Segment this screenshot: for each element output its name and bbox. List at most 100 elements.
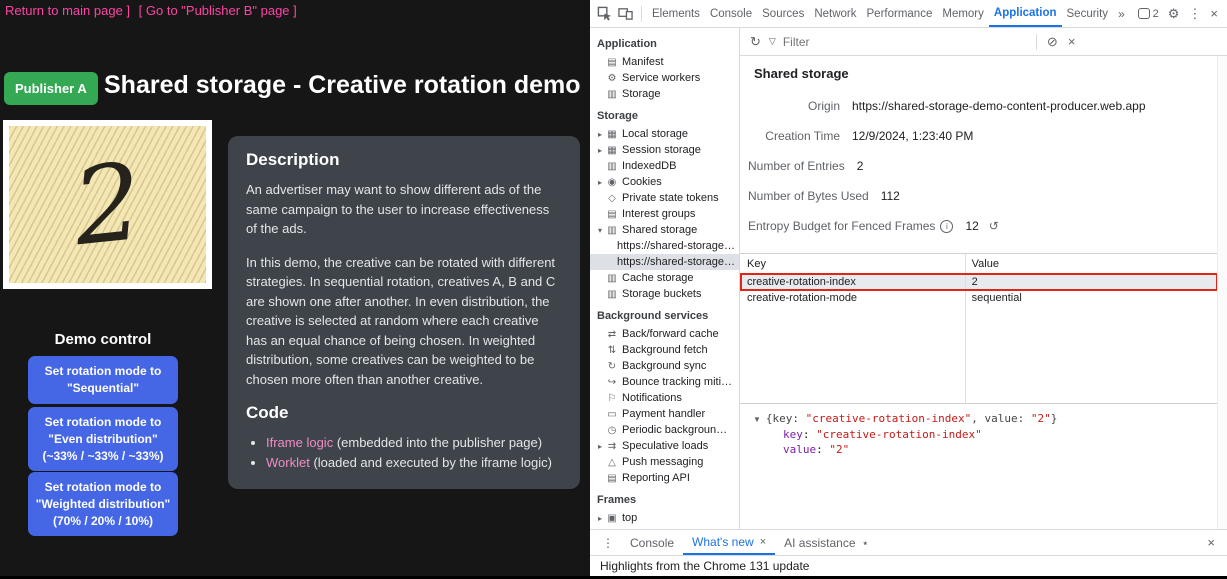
meta-value: 2 [857,159,864,173]
publisher-page: Return to main page ] [ Go to "Publisher… [0,0,590,579]
sidebar-item-service-workers[interactable]: ⚙Service workers [590,70,739,86]
sidebar-item-back-forward-cache[interactable]: ⇄Back/forward cache [590,326,739,342]
sidebar-item-session-storage[interactable]: ▸▦Session storage [590,142,739,158]
creative-frame: 2 [3,120,212,289]
code-item-text: (embedded into the publisher page) [333,435,542,450]
issues-badge[interactable]: 2 [1138,8,1159,20]
sidebar-item-cache-storage[interactable]: ▥Cache storage [590,270,739,286]
close-devtools-icon[interactable]: × [1210,6,1218,21]
filter-box: ▽ [769,34,1031,50]
whats-new-header: Highlights from the Chrome 131 update [590,555,1227,576]
sidebar-item-shared-storage-origin-1[interactable]: https://shared-storage… [590,238,739,254]
tab-application[interactable]: Application [989,0,1062,27]
session-storage-icon: ▦ [605,145,619,156]
preview-token: "2" [1031,412,1051,425]
sidebar-item-bounce-tracking[interactable]: ↪Bounce tracking miti… [590,374,739,390]
delete-selected-icon[interactable]: × [1068,34,1076,49]
drawer-menu-kebab-icon[interactable]: ⋮ [602,536,614,550]
sidebar-item-shared-storage-origin-2[interactable]: https://shared-storage… [590,254,739,270]
sidebar-item-label: Payment handler [622,408,705,420]
expander-icon[interactable]: ▸ [595,178,605,187]
tab-sources[interactable]: Sources [757,0,809,27]
sidebar-item-notifications[interactable]: ⚐Notifications [590,390,739,406]
sidebar-item-storage[interactable]: ▥Storage [590,86,739,102]
drawer-tab-label: Console [630,536,674,550]
code-list-item: Iframe logic (embedded into the publishe… [266,433,562,453]
devtools-menu-kebab-icon[interactable]: ⋮ [1188,6,1201,22]
info-icon[interactable]: i [940,220,953,233]
column-header-key[interactable]: Key [740,258,965,270]
column-header-value[interactable]: Value [965,258,1218,270]
drawer-tab-whats-new[interactable]: What's new × [683,530,775,555]
preview-summary-line[interactable]: ▼{key: "creative-rotation-index", value:… [753,411,1218,427]
settings-gear-icon[interactable]: ⚙ [1168,6,1180,22]
caret-down-icon[interactable]: ▼ [753,415,761,424]
bounce-tracking-icon: ↪ [605,377,619,388]
close-whats-new-icon[interactable]: × [760,536,766,548]
sidebar-item-label: Push messaging [622,456,703,468]
devtools-drawer: ⋮ Console What's new × AI assistance ⋆ ×… [590,529,1227,576]
drawer-tab-console[interactable]: Console [621,530,683,555]
drawer-tab-ai-assistance[interactable]: AI assistance ⋆ [775,530,878,555]
expander-icon[interactable]: ▸ [595,146,605,155]
reset-budget-icon[interactable]: ↺ [989,219,999,233]
iframe-logic-link[interactable]: Iframe logic [266,435,333,450]
table-row-creative-rotation-mode[interactable]: creative-rotation-mode sequential [740,290,1218,306]
description-paragraph-1: An advertiser may want to show different… [246,180,562,239]
worklet-link[interactable]: Worklet [266,455,310,470]
sidebar-item-private-state-tokens[interactable]: ◇Private state tokens [590,190,739,206]
devtools-body: Application ▤Manifest ⚙Service workers ▥… [590,28,1227,529]
tab-memory[interactable]: Memory [937,0,989,27]
refresh-icon[interactable]: ↻ [750,34,761,50]
rotation-weighted-button[interactable]: Set rotation mode to "Weighted distribut… [28,472,178,536]
sidebar-item-push-messaging[interactable]: △Push messaging [590,454,739,470]
cell-key: creative-rotation-mode [740,292,965,304]
sidebar-item-speculative-loads[interactable]: ▸⇉Speculative loads [590,438,739,454]
meta-row-bytes-used: Number of Bytes Used 112 [740,181,1218,211]
tab-console[interactable]: Console [705,0,757,27]
meta-label: Entropy Budget for Fenced Frames i [748,219,953,233]
sidebar-item-cookies[interactable]: ▸◉Cookies [590,174,739,190]
tab-security[interactable]: Security [1062,0,1114,27]
expander-icon[interactable]: ▸ [595,514,605,523]
return-main-link[interactable]: Return to main page ] [5,3,130,18]
rotation-sequential-button[interactable]: Set rotation mode to "Sequential" [28,356,178,404]
close-drawer-icon[interactable]: × [1207,535,1215,550]
preview-token: {key: [766,412,806,425]
devtools-window: Elements Console Sources Network Perform… [590,0,1227,576]
sidebar-item-storage-buckets[interactable]: ▥Storage buckets [590,286,739,302]
expander-icon[interactable]: ▾ [595,226,605,235]
expander-icon[interactable]: ▸ [595,442,605,451]
publisher-b-link[interactable]: [ Go to "Publisher B" page ] [139,3,297,18]
sidebar-item-reporting-api[interactable]: ▤Reporting API [590,470,739,486]
sidebar-item-background-sync[interactable]: ↻Background sync [590,358,739,374]
column-divider[interactable] [965,254,966,403]
meta-label: Number of Entries [748,159,845,173]
sidebar-item-periodic-background-sync[interactable]: ◷Periodic backgroun… [590,422,739,438]
reporting-api-icon: ▤ [605,473,619,484]
service-workers-icon: ⚙ [605,73,619,84]
sidebar-item-interest-groups[interactable]: ▤Interest groups [590,206,739,222]
sidebar-item-indexeddb[interactable]: ▥IndexedDB [590,158,739,174]
clear-all-icon[interactable]: ⊘ [1047,34,1058,50]
more-tabs-icon[interactable]: » [1113,7,1130,21]
tab-performance[interactable]: Performance [862,0,938,27]
sidebar-item-payment-handler[interactable]: ▭Payment handler [590,406,739,422]
vertical-scrollbar[interactable] [1217,56,1227,529]
inspect-element-icon[interactable] [597,6,612,21]
periodic-background-sync-icon: ◷ [605,425,619,436]
sidebar-item-background-fetch[interactable]: ⇅Background fetch [590,342,739,358]
sidebar-item-label: Notifications [622,392,682,404]
sidebar-item-local-storage[interactable]: ▸▦Local storage [590,126,739,142]
sidebar-item-shared-storage[interactable]: ▾▥Shared storage [590,222,739,238]
filter-input[interactable] [781,34,1031,50]
sidebar-item-label: Background fetch [622,344,708,356]
sidebar-item-manifest[interactable]: ▤Manifest [590,54,739,70]
tab-elements[interactable]: Elements [647,0,705,27]
expander-icon[interactable]: ▸ [595,130,605,139]
table-row-creative-rotation-index[interactable]: creative-rotation-index 2 [740,274,1218,290]
sidebar-item-frame-top[interactable]: ▸▣top [590,510,739,526]
rotation-even-button[interactable]: Set rotation mode to "Even distribution"… [28,407,178,471]
device-toolbar-icon[interactable] [618,6,633,21]
tab-network[interactable]: Network [809,0,861,27]
